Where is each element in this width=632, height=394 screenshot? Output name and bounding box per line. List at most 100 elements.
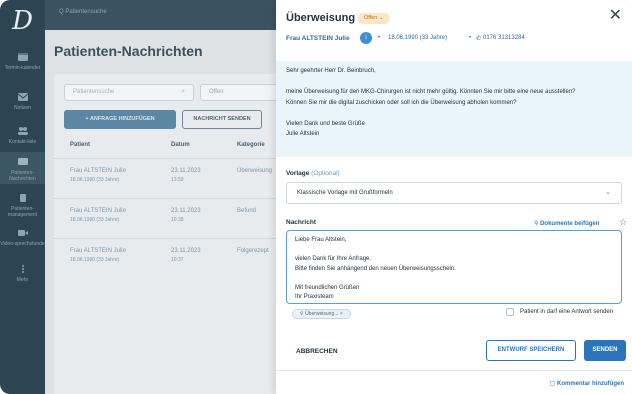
nav-label: Patienten-Nachrichten [9, 170, 36, 182]
messages-card: Patientensuche ⌕ Offen + ANFRAGE HINZUFÜ… [54, 74, 286, 394]
row-patient-dob: 18.06.1990 (33 Jahre) [70, 177, 120, 183]
paperclip-icon: ⚲ [534, 221, 539, 227]
nav-label: Kontakt-liste [8, 139, 37, 145]
message-line: Vielen Dank und beste Grüße [286, 120, 365, 127]
send-message-button[interactable]: NACHRICHT SENDEN [182, 110, 262, 129]
row-date: 23.11.2023 [171, 168, 201, 174]
message-line: Sehr geehrter Herr Dr. Beinbruch, [286, 68, 376, 74]
app-window: D Termin-kalender Notizen Kontakt-liste … [0, 0, 632, 394]
reply-line [295, 274, 613, 284]
template-value: Klassische Vorlage mit Grußformeln [297, 190, 393, 196]
message-label: Nachricht [286, 219, 316, 226]
more-icon [21, 265, 24, 273]
reply-line: Liebe Frau Altstein, [295, 237, 347, 243]
save-draft-button[interactable]: ENTWURF SPEICHERN [486, 340, 576, 361]
patient-icon [19, 194, 26, 202]
reply-line: Mit freundlichen Grüßen [295, 284, 360, 291]
nav-item-contacts[interactable]: Kontakt-liste [0, 126, 45, 145]
table-row[interactable]: Frau ALTSTEIN Julie 18.06.1990 (33 Jahre… [54, 238, 286, 278]
global-search-input[interactable]: Q Patientensuche [59, 9, 107, 15]
search-icon: ⌕ [181, 88, 185, 95]
row-patient-name: Frau ALTSTEIN Julie [70, 208, 126, 214]
app-logo[interactable]: D [0, 6, 45, 36]
close-button[interactable]: ✕ [609, 8, 622, 24]
patient-name-link[interactable]: Frau ALTSTEIN Julie [286, 35, 350, 42]
column-header-date[interactable]: Datum [171, 142, 190, 148]
attachment-chip[interactable]: ⚲ Überweisung... × [292, 309, 351, 319]
attachment-icon: ⚲ [300, 311, 304, 317]
row-patient-name: Frau ALTSTEIN Julie [70, 168, 126, 174]
page-title: Patienten-Nachrichten [54, 43, 203, 59]
column-header-patient[interactable]: Patient [70, 142, 90, 148]
patient-message: Sehr geehrter Herr Dr. Beinbruch, meine … [276, 61, 632, 157]
allow-reply-checkbox[interactable] [506, 308, 514, 316]
messages-page: Patienten-Nachrichten Patientensuche ⌕ O… [45, 30, 286, 394]
patient-dob: 18.06.1990 (33 Jahre) [388, 35, 448, 41]
calendar-icon [17, 53, 28, 61]
panel-footer: ▢ Kommentar hinzufügen [276, 370, 632, 394]
nav-label: Video-sprechstunde [0, 241, 45, 247]
nav-rail: D Termin-kalender Notizen Kontakt-liste … [0, 0, 45, 394]
nav-item-notes[interactable]: Notizen [0, 92, 45, 111]
reply-line: vielen Dank für Ihre Anfrage. [295, 256, 372, 262]
chevron-down-icon: ⌄ [378, 15, 384, 21]
favorite-star-icon[interactable]: ☆ [619, 217, 627, 228]
reply-line: Ihr Praxisteam [295, 294, 334, 300]
contacts-icon [17, 127, 28, 135]
nav-label: Termin-kalender [4, 65, 41, 71]
allow-reply-label[interactable]: Patient in darf eine Antwort senden [520, 309, 613, 315]
attach-documents-link[interactable]: ⚲ Dokumente beifügen [534, 220, 599, 227]
row-category: Befund [237, 208, 257, 214]
row-date: 23.11.2023 [171, 248, 201, 254]
send-button[interactable]: SENDEN [584, 340, 626, 361]
message-icon [17, 158, 28, 165]
nav-item-calendar[interactable]: Termin-kalender [0, 52, 45, 71]
nav-item-more[interactable]: Mehr [0, 264, 45, 283]
message-line: Julie Altstein [286, 131, 320, 137]
video-icon [17, 230, 28, 236]
template-label-text: Vorlage [286, 170, 310, 177]
add-request-button[interactable]: + ANFRAGE HINZUFÜGEN [64, 110, 176, 129]
status-filter-select[interactable]: Offen [200, 84, 284, 101]
nav-label: Patienten-management [7, 206, 38, 218]
table-row[interactable]: Frau ALTSTEIN Julie 18.06.1990 (33 Jahre… [54, 158, 286, 198]
table-row[interactable]: Frau ALTSTEIN Julie 18.06.1990 (33 Jahre… [54, 198, 286, 238]
mail-icon [17, 93, 28, 101]
message-line: Können Sie mir die digital zuschicken od… [286, 99, 517, 106]
patient-search-input[interactable]: Patientensuche ⌕ [64, 84, 194, 101]
row-category: Folgerezept [237, 248, 269, 254]
comment-icon: ▢ [549, 381, 556, 387]
optional-hint: (Optional) [311, 170, 340, 177]
top-bar: Q Patientensuche [45, 0, 285, 30]
panel-title: Überweisung [286, 12, 356, 24]
message-line [286, 108, 622, 119]
filter-value: Offen [209, 89, 224, 95]
row-time: 13:59 [171, 177, 184, 183]
row-patient-name: Frau ALTSTEIN Julie [70, 248, 126, 254]
row-category: Überweisung [237, 168, 273, 174]
message-line: meine Überweisung für den MKG-Chirurgen … [286, 89, 576, 95]
search-placeholder: Patientensuche [73, 89, 115, 95]
nav-label: Notizen [14, 105, 31, 111]
nav-item-video[interactable]: Video-sprechstunde [0, 228, 45, 247]
template-select[interactable]: Klassische Vorlage mit Grußformeln ⌄ [286, 182, 622, 204]
reply-line: Bitte finden Sie anhängend den neuen Übe… [295, 265, 456, 272]
row-patient-dob: 18.06.1990 (33 Jahre) [70, 217, 120, 223]
referral-panel: Überweisung Offen ⌄ ✕ Frau ALTSTEIN Juli… [276, 0, 632, 394]
row-time: 10:37 [171, 257, 184, 263]
nav-item-patient-management[interactable]: Patienten-management [0, 193, 45, 218]
phone-icon: ✆ [476, 36, 482, 42]
patient-info-icon[interactable]: i [360, 32, 372, 44]
separator-dot: • [378, 35, 381, 41]
nav-item-patient-messages[interactable]: Patienten-Nachrichten [0, 152, 45, 184]
remove-attachment-icon[interactable]: × [340, 311, 343, 317]
reply-textarea[interactable]: Liebe Frau Altstein, vielen Dank für Ihr… [286, 230, 622, 304]
cancel-button[interactable]: ABBRECHEN [296, 348, 338, 355]
reply-line [295, 246, 613, 256]
status-badge[interactable]: Offen ⌄ [358, 13, 390, 24]
column-header-category[interactable]: Kategorie [237, 142, 265, 148]
patient-phone: 0176 31313284 [483, 35, 525, 41]
row-time: 10:38 [171, 217, 184, 223]
attachment-chip-label: Überweisung... [305, 311, 339, 317]
add-comment-link[interactable]: ▢ Kommentar hinzufügen [550, 380, 624, 387]
